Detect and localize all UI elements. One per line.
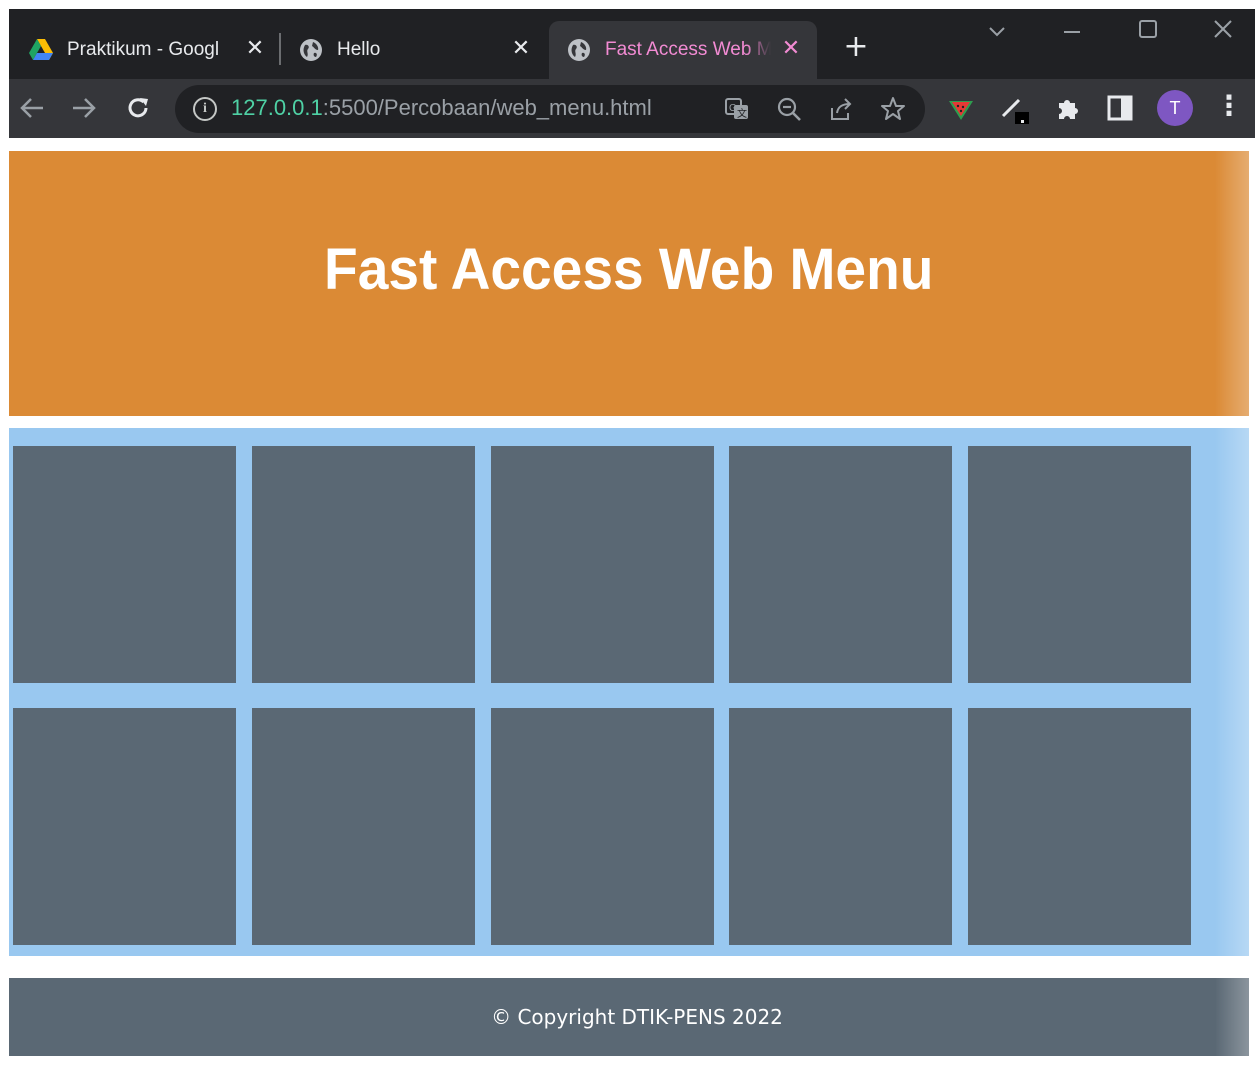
tab-title: Praktikum - Googl (67, 39, 220, 60)
address-bar[interactable]: i 127.0.0.1:5500/Percobaan/web_menu.html… (175, 85, 925, 133)
watermelon-extension-icon[interactable] (945, 92, 977, 124)
menu-tile[interactable] (13, 708, 236, 945)
reload-icon[interactable] (123, 93, 153, 123)
bookmark-star-icon[interactable] (879, 95, 907, 123)
menu-tile[interactable] (252, 446, 475, 683)
tab-strip: Praktikum - Googl ✕ Hello ✕ Fast Access … (9, 9, 1255, 79)
tab-separator (279, 33, 281, 65)
tab-praktikum[interactable]: Praktikum - Googl ✕ (29, 21, 269, 79)
side-panel-icon[interactable] (1104, 92, 1136, 124)
tab-hello[interactable]: Hello ✕ (299, 21, 539, 79)
back-icon[interactable] (17, 93, 47, 123)
page-header: Fast Access Web Menu (9, 151, 1249, 416)
menu-tile[interactable] (491, 708, 714, 945)
tab-title: Hello (337, 39, 381, 60)
share-icon[interactable] (827, 95, 855, 123)
browser-toolbar: i 127.0.0.1:5500/Percobaan/web_menu.html… (9, 79, 1255, 138)
site-info-icon[interactable]: i (193, 97, 217, 121)
globe-icon (567, 38, 591, 62)
url-path: :5500/Percobaan/web_menu.html (322, 95, 652, 120)
menu-tile[interactable] (13, 446, 236, 683)
menu-tile[interactable] (729, 446, 952, 683)
url-text[interactable]: 127.0.0.1:5500/Percobaan/web_menu.html (231, 95, 652, 121)
page-title: Fast Access Web Menu (324, 237, 934, 302)
close-tab-icon[interactable]: ✕ (779, 35, 803, 61)
svg-text:文: 文 (737, 107, 747, 120)
page-footer: © Copyright DTIK-PENS 2022 (9, 978, 1249, 1056)
tab-title: Fast Access Web M (605, 39, 771, 60)
close-tab-icon[interactable]: ✕ (243, 35, 267, 61)
menu-grid (9, 428, 1249, 956)
forward-icon[interactable] (69, 93, 99, 123)
copyright-text: © Copyright DTIK-PENS 2022 (491, 1005, 783, 1029)
pen-extension-icon[interactable] (999, 92, 1031, 124)
tab-fast-access-web-menu[interactable]: Fast Access Web M ✕ (549, 21, 817, 79)
minimize-icon[interactable] (1052, 19, 1092, 43)
menu-tile[interactable] (491, 446, 714, 683)
profile-avatar[interactable]: T (1157, 90, 1193, 126)
close-window-icon[interactable] (1203, 19, 1243, 43)
maximize-icon[interactable] (1128, 19, 1168, 43)
browser-window: Praktikum - Googl ✕ Hello ✕ Fast Access … (9, 9, 1255, 138)
more-menu-icon[interactable]: ⋮ (1215, 91, 1243, 125)
new-tab-button[interactable]: + (841, 32, 871, 63)
url-host: 127.0.0.1 (231, 95, 323, 120)
translate-icon[interactable]: G文 (723, 95, 751, 123)
edge-shadow (1215, 138, 1255, 1087)
extensions-puzzle-icon[interactable] (1052, 92, 1084, 124)
google-drive-icon (29, 38, 53, 62)
menu-tile[interactable] (252, 708, 475, 945)
zoom-icon[interactable] (775, 95, 803, 123)
menu-tile[interactable] (968, 446, 1191, 683)
menu-tile[interactable] (968, 708, 1191, 945)
close-tab-icon[interactable]: ✕ (509, 35, 533, 61)
menu-tile[interactable] (729, 708, 952, 945)
globe-icon (299, 38, 323, 62)
tab-search-icon[interactable] (977, 19, 1017, 43)
svg-text:G: G (729, 103, 737, 114)
